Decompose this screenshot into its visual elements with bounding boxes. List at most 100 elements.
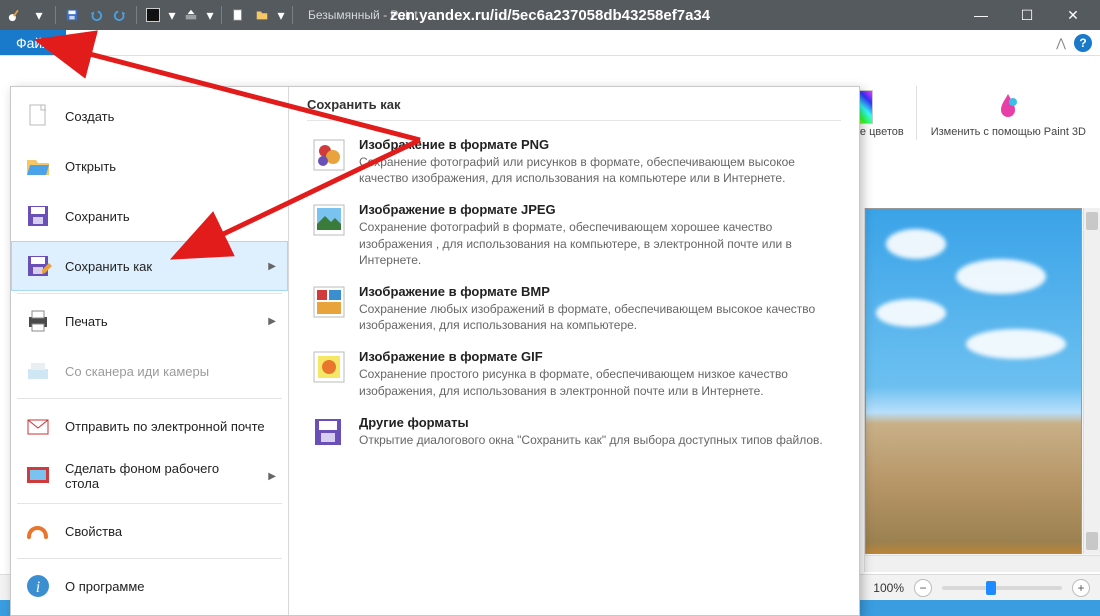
save-icon[interactable] xyxy=(61,4,83,26)
undo-icon[interactable] xyxy=(85,4,107,26)
submenu-arrow-icon: ▶ xyxy=(268,316,276,327)
dropdown-icon[interactable]: ▾ xyxy=(204,4,216,26)
properties-icon xyxy=(23,516,53,546)
format-title: Изображение в формате GIF xyxy=(359,349,837,364)
dropdown-icon[interactable]: ▾ xyxy=(166,4,178,26)
zoom-in-button[interactable]: + xyxy=(1072,579,1090,597)
zoom-slider[interactable] xyxy=(942,586,1062,590)
menu-wallpaper-label: Сделать фоном рабочего стола xyxy=(65,461,256,491)
zoom-percent: 100% xyxy=(873,581,904,595)
file-menu-left: Создать Открыть Сохранить Сохранить как … xyxy=(11,87,289,615)
save-icon xyxy=(23,201,53,231)
format-jpeg[interactable]: Изображение в формате JPEG Сохранение фо… xyxy=(307,194,841,276)
menu-save-as-label: Сохранить как xyxy=(65,259,152,274)
menu-open[interactable]: Открыть xyxy=(11,141,288,191)
separator xyxy=(292,6,293,24)
format-title: Изображение в формате JPEG xyxy=(359,202,837,217)
format-desc: Сохранение простого рисунка в формате, о… xyxy=(359,366,837,398)
about-icon: i xyxy=(23,571,53,601)
menu-save-as[interactable]: Сохранить как ▶ xyxy=(11,241,288,291)
save-as-icon xyxy=(23,251,53,281)
separator xyxy=(221,6,222,24)
minimize-button[interactable]: ― xyxy=(958,0,1004,30)
submenu-arrow-icon: ▶ xyxy=(268,261,276,272)
redo-icon[interactable] xyxy=(109,4,131,26)
collapse-ribbon-icon[interactable]: ⋀ xyxy=(1056,36,1066,50)
paint3d-button[interactable]: Изменить с помощью Paint 3D xyxy=(916,86,1094,140)
bmp-icon xyxy=(311,284,347,320)
titlebar: ▾ ▾ ▾ ▾ Безымянный - Paint zen.yandex.ru… xyxy=(0,0,1100,30)
app-icon[interactable] xyxy=(4,4,26,26)
color1-swatch[interactable] xyxy=(142,4,164,26)
menu-separator xyxy=(17,398,282,399)
qat-dropdown-icon[interactable]: ▾ xyxy=(28,4,50,26)
menu-properties-label: Свойства xyxy=(65,524,122,539)
scroll-down-icon[interactable] xyxy=(1086,532,1098,550)
format-desc: Сохранение фотографий или рисунков в фор… xyxy=(359,154,837,186)
wallpaper-icon xyxy=(23,461,53,491)
quick-access-toolbar: ▾ ▾ ▾ ▾ xyxy=(4,4,296,26)
submenu-header: Сохранить как xyxy=(307,97,841,121)
menu-new-label: Создать xyxy=(65,109,114,124)
new-file-icon xyxy=(23,101,53,131)
menu-email[interactable]: Отправить по электронной почте xyxy=(11,401,288,451)
window-client-area: Файл ⋀ ? Изменение цветов Изменить с пом… xyxy=(0,30,1100,600)
submenu-arrow-icon: ▶ xyxy=(268,471,276,482)
format-desc: Сохранение любых изображений в формате, … xyxy=(359,301,837,333)
menu-print-label: Печать xyxy=(65,314,108,329)
save-as-submenu: Сохранить как Изображение в формате PNG … xyxy=(289,87,859,615)
canvas-image[interactable] xyxy=(865,208,1082,554)
menu-separator xyxy=(17,558,282,559)
jpeg-icon xyxy=(311,202,347,238)
dropdown-icon[interactable]: ▾ xyxy=(275,4,287,26)
format-png[interactable]: Изображение в формате PNG Сохранение фот… xyxy=(307,129,841,194)
menu-save-label: Сохранить xyxy=(65,209,130,224)
menu-wallpaper[interactable]: Сделать фоном рабочего стола ▶ xyxy=(11,451,288,501)
menu-new[interactable]: Создать xyxy=(11,91,288,141)
format-title: Изображение в формате BMP xyxy=(359,284,837,299)
menu-save[interactable]: Сохранить xyxy=(11,191,288,241)
format-desc: Сохранение фотографий в формате, обеспеч… xyxy=(359,219,837,268)
format-title: Другие форматы xyxy=(359,415,823,430)
vertical-scrollbar[interactable] xyxy=(1083,208,1100,554)
menu-scanner: Со сканера иди камеры xyxy=(11,346,288,396)
format-gif[interactable]: Изображение в формате GIF Сохранение про… xyxy=(307,341,841,406)
maximize-button[interactable]: ☐ xyxy=(1004,0,1050,30)
gif-icon xyxy=(311,349,347,385)
menu-print[interactable]: Печать ▶ xyxy=(11,296,288,346)
open-icon xyxy=(23,151,53,181)
menu-separator xyxy=(17,503,282,504)
help-icon[interactable]: ? xyxy=(1074,34,1092,52)
paint3d-label: Изменить с помощью Paint 3D xyxy=(931,126,1086,138)
menu-about[interactable]: i О программе xyxy=(11,561,288,611)
new-doc-icon[interactable] xyxy=(227,4,249,26)
format-desc: Открытие диалогового окна "Сохранить как… xyxy=(359,432,823,448)
close-button[interactable]: ✕ xyxy=(1050,0,1096,30)
menu-scanner-label: Со сканера иди камеры xyxy=(65,364,209,379)
menu-separator xyxy=(17,293,282,294)
file-menu-dropdown: Создать Открыть Сохранить Сохранить как … xyxy=(10,86,860,616)
window-controls: ― ☐ ✕ xyxy=(958,0,1096,30)
scanner-icon xyxy=(23,356,53,386)
png-icon xyxy=(311,137,347,173)
format-other[interactable]: Другие форматы Открытие диалогового окна… xyxy=(307,407,841,459)
open-folder-icon[interactable] xyxy=(251,4,273,26)
menu-about-label: О программе xyxy=(65,579,145,594)
format-bmp[interactable]: Изображение в формате BMP Сохранение люб… xyxy=(307,276,841,341)
print-icon xyxy=(23,306,53,336)
menu-properties[interactable]: Свойства xyxy=(11,506,288,556)
overlay-url: zen.yandex.ru/id/5ec6a237058db43258ef7a3… xyxy=(390,7,710,24)
ribbon-tabstrip: Файл ⋀ ? xyxy=(0,30,1100,56)
zoom-slider-thumb[interactable] xyxy=(986,581,996,595)
menu-email-label: Отправить по электронной почте xyxy=(65,419,265,434)
svg-text:i: i xyxy=(36,579,40,596)
file-tab[interactable]: Файл xyxy=(0,30,66,55)
scroll-up-icon[interactable] xyxy=(1086,212,1098,230)
send-icon[interactable] xyxy=(180,4,202,26)
other-formats-icon xyxy=(311,415,347,451)
canvas-viewport[interactable] xyxy=(865,208,1082,554)
separator xyxy=(55,6,56,24)
menu-open-label: Открыть xyxy=(65,159,116,174)
zoom-out-button[interactable]: − xyxy=(914,579,932,597)
horizontal-scrollbar[interactable] xyxy=(865,555,1100,572)
